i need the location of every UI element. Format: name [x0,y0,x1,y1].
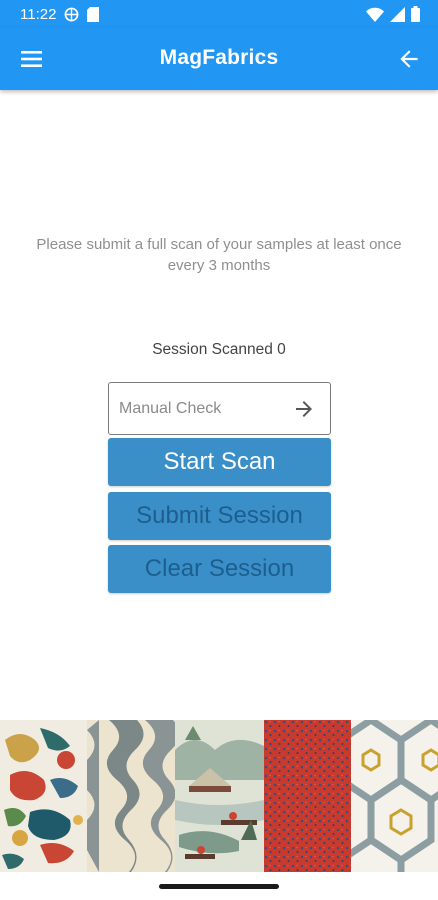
vpn-globe-icon [64,7,79,22]
status-bar: 11:22 [0,0,438,28]
fabric-gallery [0,720,438,872]
scan-reminder-text: Please submit a full scan of your sample… [36,236,402,274]
cell-signal-icon [390,6,405,22]
hexagon-trellis-fabric-image [351,720,438,872]
landscape-boat-fabric-image [175,720,264,872]
arrow-forward-icon[interactable] [292,397,316,421]
app-bar: MagFabrics [0,28,438,90]
wifi-icon [366,7,384,22]
sd-card-icon [87,6,100,22]
submit-session-button[interactable]: Submit Session [108,492,331,540]
app-title: MagFabrics [159,46,279,69]
manual-check-field [108,382,331,435]
chinoiserie-dragon-fabric-image [0,720,87,872]
system-nav-bar [0,872,438,900]
session-scanned-count: Session Scanned 0 [152,341,286,358]
battery-icon [411,6,420,22]
status-time: 11:22 [20,5,57,23]
grey-wave-fabric-image [87,720,175,872]
start-scan-button[interactable]: Start Scan [108,438,331,486]
manual-check-input[interactable] [109,383,279,434]
red-speckle-fabric-image [264,720,351,872]
clear-session-button[interactable]: Clear Session [108,545,331,593]
home-gesture-handle[interactable] [159,884,279,889]
arrow-back-icon[interactable] [396,46,422,72]
